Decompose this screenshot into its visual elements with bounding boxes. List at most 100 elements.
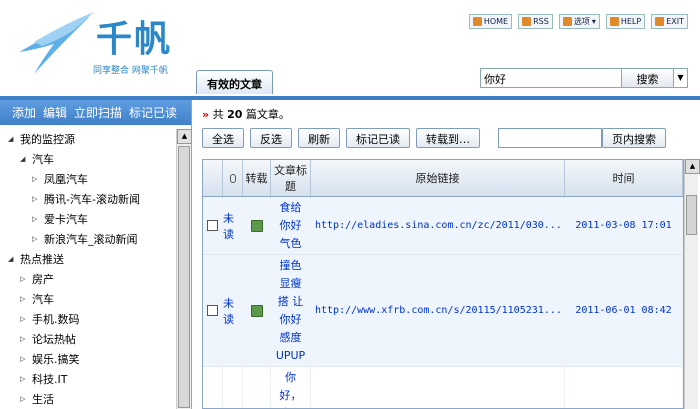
rss-link[interactable]: RSS (518, 14, 553, 29)
invert-selection-button[interactable]: 反选 (250, 128, 292, 148)
tree-item[interactable]: ▷ 论坛热帖 (0, 329, 176, 349)
article-title-line: 这是 (280, 405, 302, 409)
tree-item[interactable]: ▷ 爱卡汽车 (0, 209, 176, 229)
repost-cell (243, 255, 271, 366)
tree-item[interactable]: ◢ 汽车 (0, 149, 176, 169)
collapsed-icon[interactable]: ▷ (20, 375, 30, 383)
article-time (565, 367, 683, 408)
tree-item[interactable]: ▷ 新浪汽车_滚动新闻 (0, 229, 176, 249)
tree-item[interactable]: ▷ 汽车 (0, 289, 176, 309)
collapsed-icon[interactable]: ▷ (32, 215, 42, 223)
table-scrollbar[interactable]: ▲ (684, 159, 700, 409)
exit-link[interactable]: EXIT (651, 14, 688, 29)
help-link[interactable]: HELP (605, 14, 646, 29)
scan-now-button[interactable]: 立即扫描 (74, 104, 122, 121)
page-search-input[interactable] (498, 128, 602, 148)
read-status[interactable]: 未读 (223, 255, 243, 366)
collapsed-icon[interactable]: ▷ (32, 195, 42, 203)
col-repost[interactable]: 转载 (243, 160, 271, 196)
tree-item[interactable]: ▷ 娱乐.搞笑 (0, 349, 176, 369)
search-input[interactable]: 你好 (481, 69, 621, 87)
tab-valid-articles[interactable]: 有效的文章 (196, 70, 273, 94)
read-status[interactable]: 未读 (223, 197, 243, 254)
table-row[interactable]: 未读 食给 你好 气色 http://eladies.sina.com.cn/zc/20… (203, 197, 683, 255)
edit-button[interactable]: 编辑 (43, 104, 67, 121)
tree-item-label: 凤凰汽车 (44, 173, 88, 186)
original-link[interactable]: http://www.xfrb.com.cn/s/20115/1105231..… (311, 255, 565, 366)
collapsed-icon[interactable]: ▷ (20, 275, 30, 283)
logo-subtitle: 同享整合 网聚千帆 (93, 66, 168, 76)
tree-item[interactable]: ▷ 房产 (0, 269, 176, 289)
page-search-button[interactable]: 页内搜索 (602, 128, 666, 148)
mark-read-button[interactable]: 标记已读 (346, 128, 410, 148)
article-title-line: 好， (279, 388, 302, 402)
col-link[interactable]: 原始链接 (311, 160, 565, 196)
col-title[interactable]: 文章标题 (271, 160, 311, 196)
read-status[interactable] (223, 367, 243, 408)
mark-read-button[interactable]: 标记已读 (129, 104, 177, 121)
table-row[interactable]: 未读 撞色 显瘦搭 让你好 感度 UPUP http://www.xfrb.com.cn/… (203, 255, 683, 367)
scroll-thumb[interactable] (178, 146, 190, 408)
row-checkbox[interactable] (207, 220, 218, 231)
source-tree: ◢ 我的监控源 ◢ 汽车 ▷ 凤凰汽车 ▷ 腾讯-汽车-滚动新闻 ▷ 爱卡汽车 ▷ 新浪汽车_滚动新闻… (0, 129, 176, 409)
repost-cell (243, 367, 271, 408)
sidebar-scrollbar[interactable]: ▲ (176, 129, 192, 409)
tree-item[interactable]: ◢ 热点推送 (0, 249, 176, 269)
tree-item-label: 论坛热帖 (32, 333, 76, 346)
collapsed-icon[interactable]: ▷ (20, 315, 30, 323)
row-checkbox-cell (203, 255, 223, 366)
scroll-up-icon[interactable]: ▲ (177, 129, 192, 144)
add-button[interactable]: 添加 (12, 104, 36, 121)
article-title-line: 气色 (279, 236, 302, 250)
repost-icon[interactable] (250, 219, 263, 232)
main-content: » 共 20 篇文章。 全选 反选 刷新 标记已读 转载到… 页内搜索 转载 文… (196, 100, 700, 409)
collapsed-icon[interactable]: ▷ (20, 335, 30, 343)
repost-to-button[interactable]: 转载到… (416, 128, 480, 148)
article-title-line: 你 (285, 370, 296, 384)
refresh-button[interactable]: 刷新 (298, 128, 340, 148)
table-row[interactable]: 你好， 这是 (203, 367, 683, 409)
chevron-down-icon[interactable]: ▼ (673, 69, 687, 87)
collapsed-icon[interactable]: ▷ (20, 395, 30, 403)
row-checkbox-cell (203, 197, 223, 254)
tree-item[interactable]: ▷ 凤凰汽车 (0, 169, 176, 189)
collapsed-icon[interactable]: ▷ (20, 355, 30, 363)
expanded-icon[interactable]: ◢ (8, 255, 18, 263)
article-count: » 共 20 篇文章。 (202, 108, 290, 121)
scroll-up-icon[interactable]: ▲ (685, 159, 700, 174)
expanded-icon[interactable]: ◢ (20, 155, 30, 163)
row-checkbox-cell (203, 367, 223, 408)
page-search: 页内搜索 (498, 128, 666, 148)
repost-icon[interactable] (250, 304, 263, 317)
expanded-icon[interactable]: ◢ (8, 135, 18, 143)
help-icon (609, 17, 619, 26)
tree-item[interactable]: ▷ 手机.数码 (0, 309, 176, 329)
tree-item-label: 娱乐.搞笑 (32, 353, 80, 366)
article-title[interactable]: 食给 你好 气色 (271, 197, 311, 254)
collapsed-icon[interactable]: ▷ (32, 175, 42, 183)
article-title-line: 你好 (279, 312, 302, 326)
article-title[interactable]: 你好， 这是 (271, 367, 311, 409)
original-link[interactable]: http://eladies.sina.com.cn/zc/2011/030..… (311, 197, 565, 254)
exit-icon (655, 17, 665, 26)
tree-item-label: 新浪汽车_滚动新闻 (44, 233, 138, 246)
tree-item[interactable]: ▷ 腾讯-汽车-滚动新闻 (0, 189, 176, 209)
row-checkbox[interactable] (207, 305, 218, 316)
original-link[interactable] (311, 367, 565, 408)
article-title[interactable]: 撞色 显瘦搭 让你好 感度 UPUP (271, 255, 311, 366)
tree-item[interactable]: ▷ 生活 (0, 389, 176, 409)
search-button[interactable]: 搜索 (621, 69, 673, 87)
scroll-thumb[interactable] (686, 195, 697, 235)
double-arrow-icon: » (202, 108, 210, 121)
global-search: 你好 搜索 ▼ (480, 68, 688, 88)
home-link[interactable]: HOME (468, 14, 513, 29)
tree-item[interactable]: ◢ 我的监控源 (0, 129, 176, 149)
col-attachment (223, 160, 243, 196)
collapsed-icon[interactable]: ▷ (20, 295, 30, 303)
tree-item[interactable]: ▷ 科技.IT (0, 369, 176, 389)
col-time[interactable]: 时间 (565, 160, 683, 196)
collapsed-icon[interactable]: ▷ (32, 235, 42, 243)
select-all-button[interactable]: 全选 (202, 128, 244, 148)
attachment-icon (229, 173, 236, 183)
options-link[interactable]: 选项 ▾ (558, 14, 600, 29)
